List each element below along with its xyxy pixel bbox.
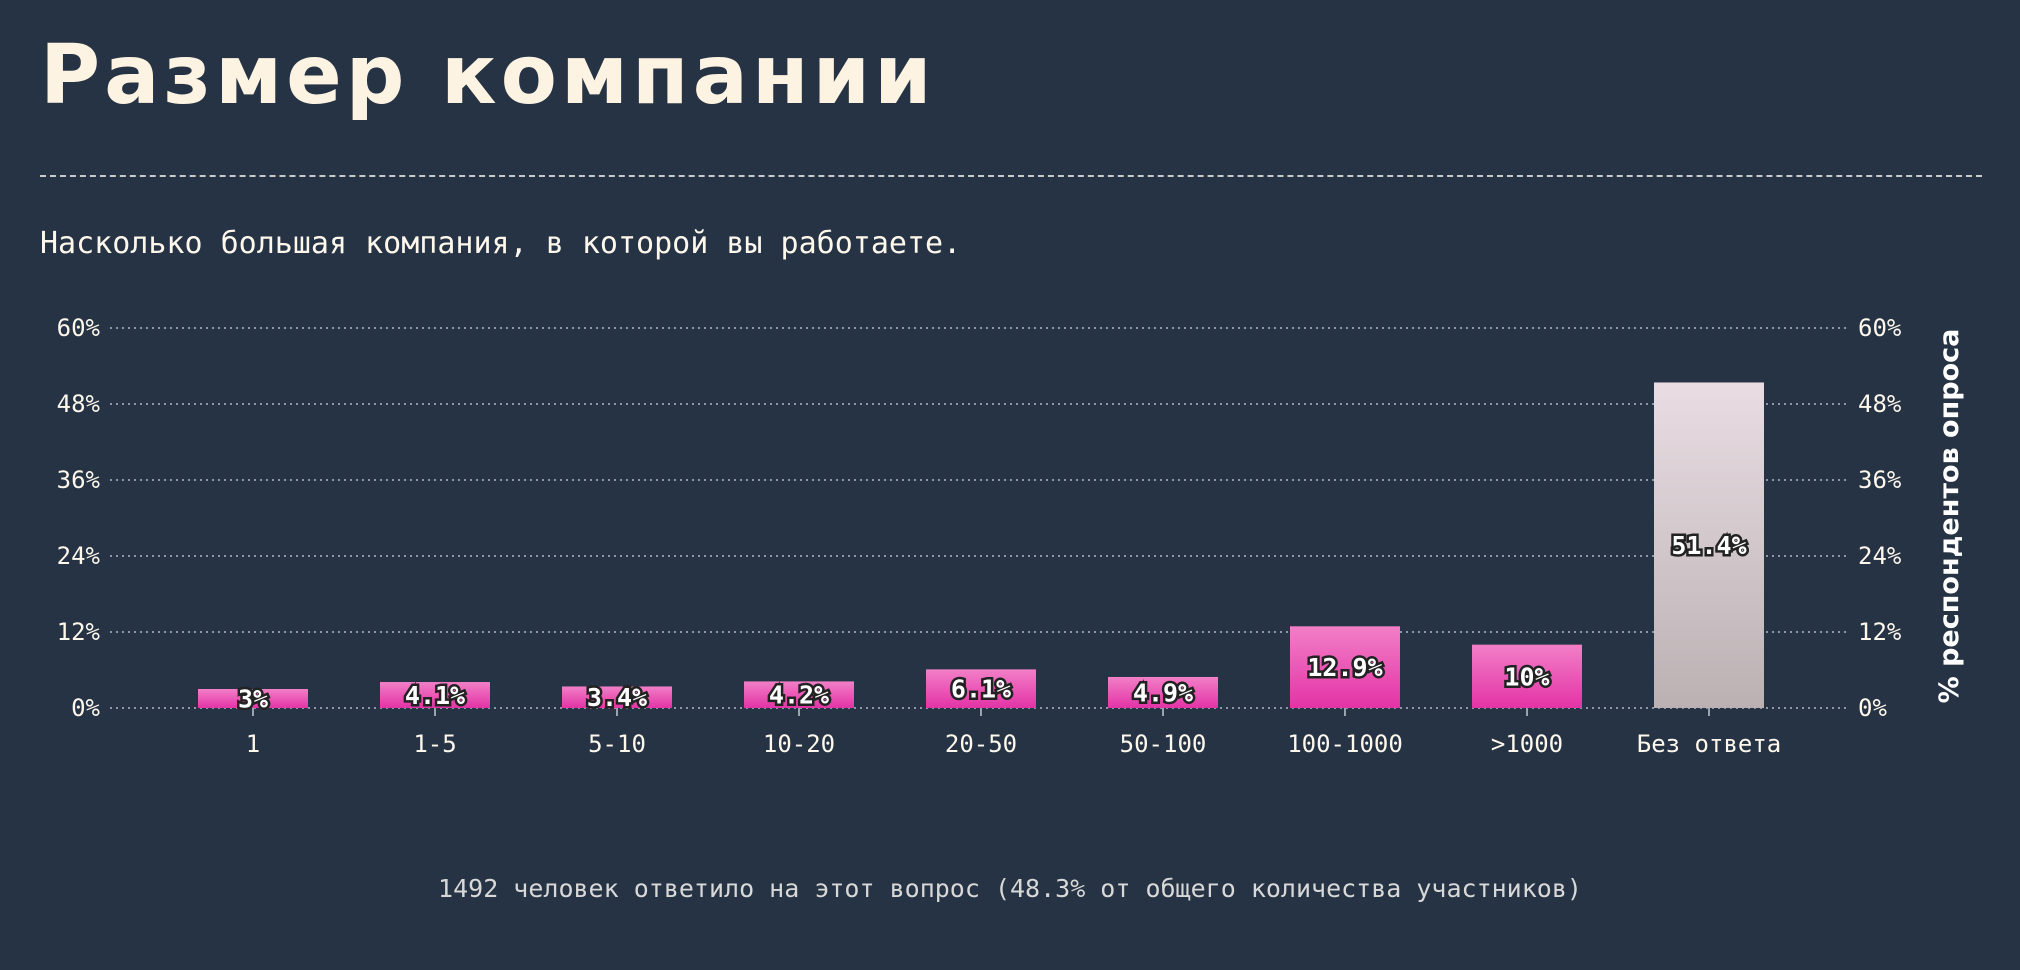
data-label: 10% xyxy=(1504,662,1549,691)
y-tick-label: 36% xyxy=(57,466,101,494)
y-axis-left: 0% 12% 24% 36% 48% 60% xyxy=(57,314,101,722)
bar-series xyxy=(198,382,1764,708)
x-tick-label: 20-50 xyxy=(945,730,1017,758)
x-tick-label: 10-20 xyxy=(763,730,835,758)
data-label: 51.4% xyxy=(1671,531,1746,560)
data-label: 4.2% xyxy=(769,681,829,710)
data-label: 3.4% xyxy=(587,683,647,712)
data-label: 4.1% xyxy=(405,681,465,710)
x-tick-label: 1 xyxy=(246,730,260,758)
y-tick-label: 48% xyxy=(57,390,101,418)
y-tick-label: 12% xyxy=(57,618,101,646)
y-axis-right: 0% 12% 24% 36% 48% 60% xyxy=(1858,314,1902,722)
data-label: 12.9% xyxy=(1307,653,1382,682)
y-tick-label: 48% xyxy=(1858,390,1902,418)
data-label: 6.1% xyxy=(951,675,1011,704)
response-count-note: 1492 человек ответило на этот вопрос (48… xyxy=(438,874,1582,903)
data-label: 4.9% xyxy=(1133,678,1193,707)
x-tick-label: 100-1000 xyxy=(1287,730,1403,758)
y-tick-label: 60% xyxy=(1858,314,1902,342)
x-tick-label: >1000 xyxy=(1491,730,1563,758)
x-tick-label: 1-5 xyxy=(413,730,456,758)
y-tick-label: 24% xyxy=(57,542,101,570)
data-label: 3% xyxy=(238,685,268,714)
y-axis-title: % респондентов опроса xyxy=(1934,329,1965,704)
y-tick-label: 0% xyxy=(71,694,100,722)
value-labels: 3% 4.1% 3.4% 4.2% 6.1% 4.9% 12.9% 10% 51.4% xyxy=(235,529,1749,716)
y-tick-label: 0% xyxy=(1858,694,1887,722)
x-axis: 1 1-5 5-10 10-20 20-50 50-100 100-1000 >1000 Без… xyxy=(246,708,1781,758)
grid-lines xyxy=(110,327,1848,709)
x-tick-label: Без ответа xyxy=(1637,730,1782,758)
bar-chart: 0% 12% 24% 36% 48% 60% 0% 12% 24% 36% 48% 60% 1 1-5… xyxy=(57,314,1965,758)
y-tick-label: 24% xyxy=(1858,542,1902,570)
y-tick-label: 36% xyxy=(1858,466,1902,494)
x-tick-label: 50-100 xyxy=(1120,730,1207,758)
x-tick-label: 5-10 xyxy=(588,730,646,758)
y-tick-label: 12% xyxy=(1858,618,1902,646)
y-tick-label: 60% xyxy=(57,314,101,342)
